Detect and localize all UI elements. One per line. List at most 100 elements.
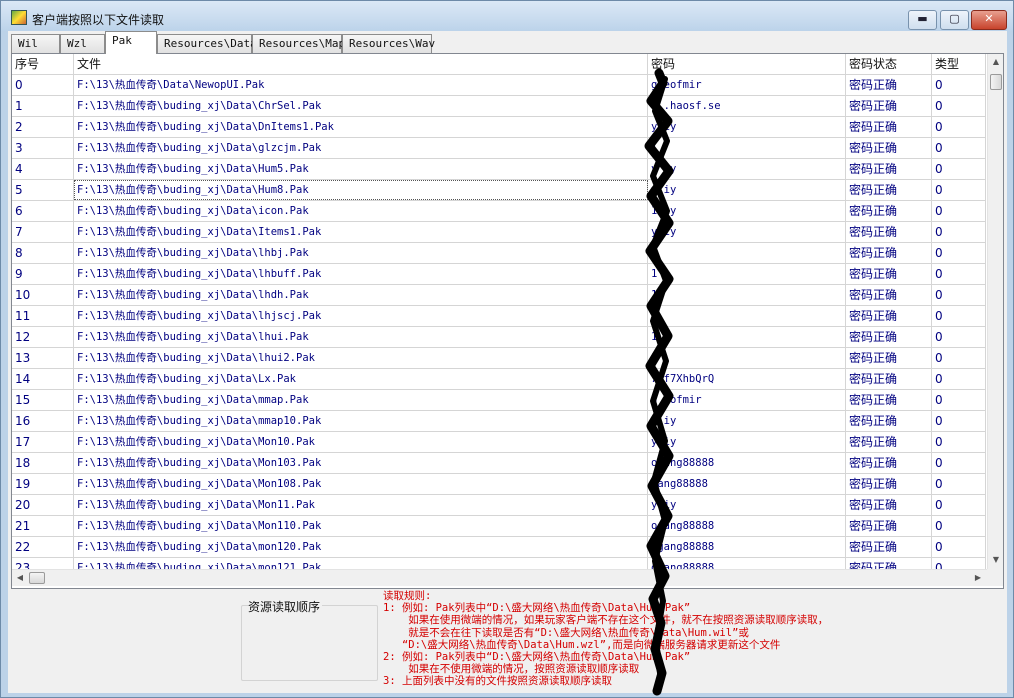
table-row[interactable]: 16 F:\13\热血传奇\buding_xj\Data\mmap10.Pak y … [12, 411, 986, 432]
table-row[interactable]: 0 F:\13\热血传奇\Data\NewopUI.Pak g eofmir 密码正确… [12, 75, 986, 96]
cell-password: ogang88888 [648, 537, 846, 557]
rule-line: “D:\盛大网络\热血传奇\Data\Hum.wzl”,而是向微端服务器请求更新… [383, 638, 781, 651]
tab-resources-data[interactable]: Resources\Data [157, 34, 257, 53]
cell-index: 10 [12, 285, 74, 305]
table-row[interactable]: 15 F:\13\热血传奇\buding_xj\Data\mmap.Pak g eo… [12, 390, 986, 411]
tab-resources-map[interactable]: Resources\Map [252, 34, 345, 53]
cell-password: 1 [648, 327, 846, 347]
cell-file: F:\13\热血传奇\buding_xj\Data\DnItems1.Pak [74, 117, 648, 137]
horizontal-scrollbar[interactable]: ◀ ▶ [12, 569, 987, 586]
table-row[interactable]: 12 F:\13\热血传奇\buding_xj\Data\lhui.Pak 1 密码正… [12, 327, 986, 348]
column-header-index[interactable]: 序号 [12, 54, 74, 74]
column-header-type[interactable]: 类型 [932, 54, 986, 74]
table-row[interactable]: 6 F:\13\热血传奇\buding_xj\Data\icon.Pak 1 iy 密… [12, 201, 986, 222]
cell-index: 5 [12, 180, 74, 200]
cell-file: F:\13\热血传奇\buding_xj\Data\Mon103.Pak [74, 453, 648, 473]
cell-password: g eofmir [648, 390, 846, 410]
cell-password: y iy [648, 117, 846, 137]
maximize-button[interactable]: ▢ [940, 10, 969, 30]
table-row[interactable]: 11 F:\13\热血传奇\buding_xj\Data\lhjscj.Pak 1 密… [12, 306, 986, 327]
table-row[interactable]: 20 F:\13\热血传奇\buding_xj\Data\Mon11.Pak y i… [12, 495, 986, 516]
cell-password: y iy [648, 222, 846, 242]
cell-password: y iy [648, 180, 846, 200]
title-bar[interactable]: 客户端按照以下文件读取 ▬ ▢ ✕ [1, 1, 1013, 31]
cell-index: 14 [12, 369, 74, 389]
scroll-right-icon[interactable]: ▶ [970, 570, 986, 586]
cell-type: 0 [932, 180, 986, 200]
cell-file: F:\13\热血传奇\buding_xj\Data\Hum8.Pak [74, 180, 648, 200]
cell-password: y iy [648, 432, 846, 452]
scroll-left-icon[interactable]: ◀ [12, 570, 28, 586]
cell-index: 4 [12, 159, 74, 179]
cell-password-status: 密码正确 [846, 243, 932, 263]
cell-index: 9 [12, 264, 74, 284]
close-button[interactable]: ✕ [971, 10, 1007, 30]
tab-pak[interactable]: Pak [105, 31, 157, 54]
table-row[interactable]: 19 F:\13\热血传奇\buding_xj\Data\Mon108.Pak g… [12, 474, 986, 495]
cell-type: 0 [932, 432, 986, 452]
column-header-password[interactable]: 密码 [648, 54, 846, 74]
cell-password: y iy [648, 411, 846, 431]
rule-line: 3: 上面列表中没有的文件按照资源读取顺序读取 [383, 675, 612, 688]
tab-wzl[interactable]: Wzl [60, 34, 105, 53]
table-row[interactable]: 23 F:\13\热血传奇\buding_xj\Data\mon121.Pak o… [12, 558, 986, 569]
cell-file: F:\13\热血传奇\buding_xj\Data\lhbuff.Pak [74, 264, 648, 284]
table-body: 0 F:\13\热血传奇\Data\NewopUI.Pak g eofmir 密码正确… [12, 75, 986, 569]
scroll-down-icon[interactable]: ▼ [988, 552, 1003, 568]
table-row[interactable]: 4 F:\13\热血传奇\buding_xj\Data\Hum5.Pak y iy 密… [12, 159, 986, 180]
cell-type: 0 [932, 306, 986, 326]
table-row[interactable]: 9 F:\13\热血传奇\buding_xj\Data\lhbuff.Pak 1 密码… [12, 264, 986, 285]
cell-index: 6 [12, 201, 74, 221]
table-row[interactable]: 8 F:\13\热血传奇\buding_xj\Data\lhbj.Pak 1 密码正确… [12, 243, 986, 264]
cell-password-status: 密码正确 [846, 327, 932, 347]
tab-strip: Wil Wzl Pak Resources\Data Resources\Map… [8, 31, 1007, 54]
tab-wil[interactable]: Wil [11, 34, 60, 53]
table-row[interactable]: 3 F:\13\热血传奇\buding_xj\Data\glzcjm.Pak 1 密码… [12, 138, 986, 159]
table-header: 序号 文件 密码 密码状态 类型 [12, 54, 986, 75]
rule-line: 2: 例如: Pak列表中“D:\盛大网络\热血传奇\Data\Hum.Pak” [383, 650, 691, 663]
table-row[interactable]: 10 F:\13\热血传奇\buding_xj\Data\lhdh.Pak 1 密码正… [12, 285, 986, 306]
table-row[interactable]: 21 F:\13\热血传奇\buding_xj\Data\Mon110.Pak o… [12, 516, 986, 537]
cell-password: 1 [648, 348, 846, 368]
scroll-up-icon[interactable]: ▲ [988, 54, 1003, 70]
cell-index: 19 [12, 474, 74, 494]
cell-password: w .haosf.se [648, 96, 846, 116]
cell-file: F:\13\热血传奇\buding_xj\Data\lhui2.Pak [74, 348, 648, 368]
table-row[interactable]: 22 F:\13\热血传奇\buding_xj\Data\mon120.Pak o… [12, 537, 986, 558]
resource-order-box[interactable] [241, 605, 378, 681]
horizontal-scroll-thumb[interactable] [29, 572, 45, 584]
cell-index: 16 [12, 411, 74, 431]
table-row[interactable]: 17 F:\13\热血传奇\buding_xj\Data\Mon10.Pak y i… [12, 432, 986, 453]
file-list-table[interactable]: 序号 文件 密码 密码状态 类型 0 F:\13\热血传奇\Data\NewopU… [11, 53, 1004, 589]
cell-index: 22 [12, 537, 74, 557]
cell-type: 0 [932, 348, 986, 368]
table-row[interactable]: 7 F:\13\热血传奇\buding_xj\Data\Items1.Pak y i… [12, 222, 986, 243]
cell-type: 0 [932, 138, 986, 158]
table-row[interactable]: 1 F:\13\热血传奇\buding_xj\Data\ChrSel.Pak w .… [12, 96, 986, 117]
vertical-scroll-thumb[interactable] [990, 74, 1002, 90]
cell-file: F:\13\热血传奇\buding_xj\Data\Lx.Pak [74, 369, 648, 389]
vertical-scrollbar[interactable]: ▲ ▼ [987, 54, 1003, 569]
cell-password-status: 密码正确 [846, 96, 932, 116]
table-row[interactable]: 18 F:\13\热血传奇\buding_xj\Data\Mon103.Pak o… [12, 453, 986, 474]
cell-index: 3 [12, 138, 74, 158]
cell-password-status: 密码正确 [846, 285, 932, 305]
cell-password-status: 密码正确 [846, 516, 932, 536]
cell-file: F:\13\热血传奇\buding_xj\Data\Mon110.Pak [74, 516, 648, 536]
cell-password: 1 [648, 243, 846, 263]
table-row[interactable]: 5 F:\13\热血传奇\buding_xj\Data\Hum8.Pak y iy 密… [12, 180, 986, 201]
window-title: 客户端按照以下文件读取 [32, 13, 165, 27]
cell-password-status: 密码正确 [846, 264, 932, 284]
table-row[interactable]: 13 F:\13\热血传奇\buding_xj\Data\lhui2.Pak 1 密码… [12, 348, 986, 369]
table-row[interactable]: 14 F:\13\热血传奇\buding_xj\Data\Lx.Pak 7 f7Xh… [12, 369, 986, 390]
cell-index: 0 [12, 75, 74, 95]
cell-file: F:\13\热血传奇\Data\NewopUI.Pak [74, 75, 648, 95]
minimize-button[interactable]: ▬ [908, 10, 937, 30]
column-header-file[interactable]: 文件 [74, 54, 648, 74]
column-header-password-status[interactable]: 密码状态 [846, 54, 932, 74]
cell-type: 0 [932, 201, 986, 221]
tab-resources-wav[interactable]: Resources\Wav [342, 34, 435, 53]
cell-password-status: 密码正确 [846, 306, 932, 326]
table-row[interactable]: 2 F:\13\热血传奇\buding_xj\Data\DnItems1.Pak y… [12, 117, 986, 138]
cell-index: 12 [12, 327, 74, 347]
